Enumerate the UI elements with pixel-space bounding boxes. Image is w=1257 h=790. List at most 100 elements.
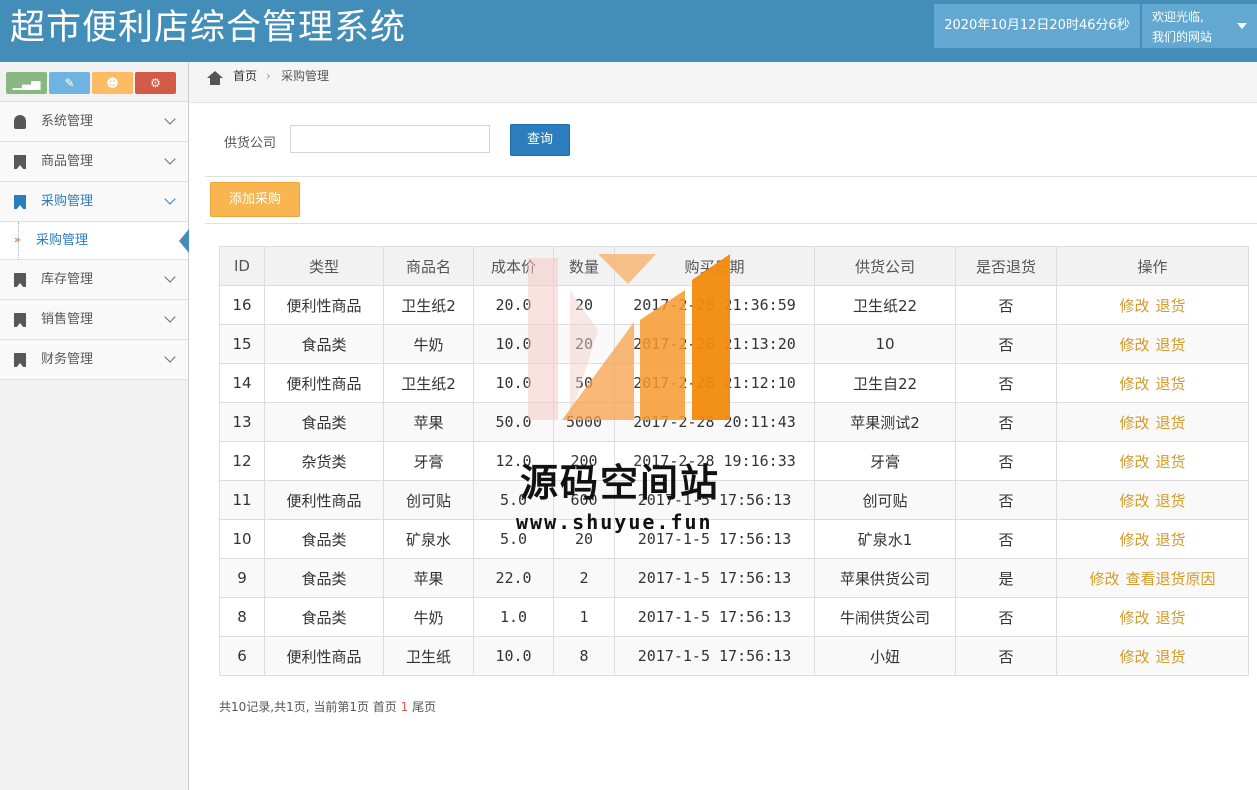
return-link[interactable]: 退货: [1156, 648, 1186, 666]
cell-id: 6: [219, 636, 265, 676]
breadcrumb-home-link[interactable]: 首页: [233, 68, 257, 84]
table-row: 12 杂货类 牙膏 12.0 200 2017-2-28 19:16:33 牙膏…: [219, 441, 1249, 481]
user-icon: [14, 115, 26, 129]
cell-actions: 修改 退货: [1056, 519, 1249, 559]
submenu-item-purchase-manage[interactable]: » 采购管理: [0, 222, 189, 260]
table-row: 16 便利性商品 卫生纸2 20.0 20 2017-2-28 21:36:59…: [219, 285, 1249, 325]
edit-link[interactable]: 修改: [1119, 336, 1149, 354]
users-icon: ☻: [106, 76, 119, 90]
top-navbar: 超市便利店综合管理系统 2020年10月12日20时46分6秒 欢迎光临, 我们…: [0, 0, 1257, 62]
cell-returned: 否: [955, 597, 1057, 637]
edit-link[interactable]: 修改: [1119, 648, 1149, 666]
cell-name: 创可贴: [383, 480, 474, 520]
cell-type: 便利性商品: [264, 285, 384, 325]
cell-actions: 修改 查看退货原因: [1056, 558, 1249, 598]
shortcut-cogs-button[interactable]: ⚙: [135, 72, 176, 94]
action-toolbar: [205, 176, 1257, 224]
cell-date: 2017-2-28 21:13:20: [614, 324, 815, 364]
chevron-down-icon: [164, 193, 176, 205]
cell-supplier: 苹果供货公司: [814, 558, 956, 598]
cell-id: 11: [219, 480, 265, 520]
sidebar-item-label: 商品管理: [41, 154, 94, 169]
table-row: 8 食品类 牛奶 1.0 1 2017-1-5 17:56:13 牛闹供货公司 …: [219, 597, 1249, 637]
bookmark-icon: [14, 313, 26, 328]
cell-type: 食品类: [264, 597, 384, 637]
sidebar-item-inventory[interactable]: 库存管理: [0, 260, 188, 300]
cell-id: 9: [219, 558, 265, 598]
cell-name: 苹果: [383, 402, 474, 442]
return-link[interactable]: 退货: [1156, 297, 1186, 315]
cell-name: 卫生纸2: [383, 285, 474, 325]
cell-actions: 修改 退货: [1056, 597, 1249, 637]
cell-supplier: 创可贴: [814, 480, 956, 520]
edit-link[interactable]: 修改: [1119, 531, 1149, 549]
return-link[interactable]: 退货: [1156, 492, 1186, 510]
cell-cost: 20.0: [473, 285, 554, 325]
search-button[interactable]: 查询: [510, 124, 570, 156]
sidebar-item-label: 销售管理: [41, 312, 94, 327]
return-link[interactable]: 退货: [1156, 531, 1186, 549]
return-link[interactable]: 退货: [1156, 414, 1186, 432]
sidebar-item-system[interactable]: 系统管理: [0, 102, 188, 142]
chevron-down-icon: [164, 113, 176, 125]
shortcut-users-button[interactable]: ☻: [92, 72, 133, 94]
cell-name: 牙膏: [383, 441, 474, 481]
column-header-actions: 操作: [1056, 246, 1249, 286]
shortcut-pencil-button[interactable]: ✎: [49, 72, 90, 94]
supplier-search-label: 供货公司: [224, 136, 277, 151]
cell-cost: 1.0: [473, 597, 554, 637]
cell-id: 13: [219, 402, 265, 442]
column-header-qty: 数量: [553, 246, 615, 286]
cell-actions: 修改 退货: [1056, 441, 1249, 481]
sidebar-item-label: 库存管理: [41, 272, 94, 287]
cell-type: 杂货类: [264, 441, 384, 481]
edit-link[interactable]: 修改: [1119, 414, 1149, 432]
cell-actions: 修改 退货: [1056, 363, 1249, 403]
cell-actions: 修改 退货: [1056, 402, 1249, 442]
edit-link[interactable]: 修改: [1089, 570, 1119, 588]
sidebar-item-goods[interactable]: 商品管理: [0, 142, 188, 182]
add-purchase-button[interactable]: 添加采购: [210, 182, 300, 217]
sidebar-item-finance[interactable]: 财务管理: [0, 340, 188, 380]
supplier-search-input[interactable]: [290, 125, 490, 153]
bookmark-icon: [14, 273, 26, 288]
user-menu[interactable]: 欢迎光临, 我们的网站: [1142, 4, 1257, 48]
sidebar-item-sales[interactable]: 销售管理: [0, 300, 188, 340]
shortcut-signal-button[interactable]: ▁▃▅: [6, 72, 47, 94]
cell-date: 2017-2-28 21:36:59: [614, 285, 815, 325]
sidebar-item-purchase[interactable]: 采购管理: [0, 182, 188, 222]
edit-link[interactable]: 修改: [1119, 453, 1149, 471]
cell-date: 2017-2-28 20:11:43: [614, 402, 815, 442]
cell-returned: 否: [955, 441, 1057, 481]
sidebar: ▁▃▅ ✎ ☻ ⚙ 系统管理 商品管理 采购管理 » 采购管理 库存管理 销售管理 财…: [0, 62, 189, 790]
pagination-last-link[interactable]: 尾页: [412, 700, 436, 714]
pagination-current-page[interactable]: 1: [401, 700, 409, 714]
cell-name: 牛奶: [383, 597, 474, 637]
return-link[interactable]: 退货: [1156, 609, 1186, 627]
return-link[interactable]: 退货: [1156, 375, 1186, 393]
cell-name: 苹果: [383, 558, 474, 598]
edit-link[interactable]: 修改: [1119, 492, 1149, 510]
cell-actions: 修改 退货: [1056, 324, 1249, 364]
cell-returned: 否: [955, 402, 1057, 442]
cell-date: 2017-1-5 17:56:13: [614, 636, 815, 676]
view-return-reason-link[interactable]: 查看退货原因: [1126, 570, 1216, 588]
chevron-down-icon: [164, 271, 176, 283]
edit-link[interactable]: 修改: [1119, 297, 1149, 315]
cell-returned: 否: [955, 636, 1057, 676]
return-link[interactable]: 退货: [1156, 336, 1186, 354]
cell-supplier: 牛闹供货公司: [814, 597, 956, 637]
edit-link[interactable]: 修改: [1119, 375, 1149, 393]
sidebar-item-label: 财务管理: [41, 352, 94, 367]
cell-actions: 修改 退货: [1056, 480, 1249, 520]
cell-id: 8: [219, 597, 265, 637]
edit-link[interactable]: 修改: [1119, 609, 1149, 627]
cell-type: 便利性商品: [264, 636, 384, 676]
bookmark-icon: [14, 353, 26, 368]
purchase-table: ID 类型 商品名 成本价 数量 购买日期 供货公司 是否退货 操作 16 便利…: [219, 246, 1249, 676]
return-link[interactable]: 退货: [1156, 453, 1186, 471]
table-row: 9 食品类 苹果 22.0 2 2017-1-5 17:56:13 苹果供货公司…: [219, 558, 1249, 598]
cell-returned: 否: [955, 285, 1057, 325]
chevron-down-icon: [164, 351, 176, 363]
column-header-id: ID: [219, 246, 265, 286]
